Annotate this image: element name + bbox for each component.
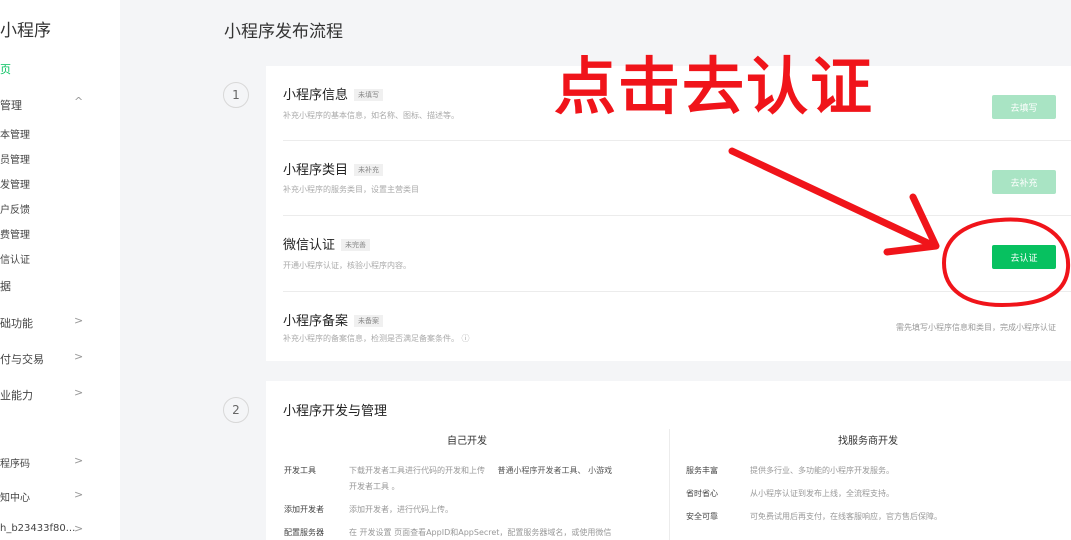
item-value: 在 开发设置 页面查看AppID和AppSecret，配置服务器域名，或使用微信 [349,528,612,537]
item-key: 服务丰富 [686,466,718,475]
sidebar-item-notify[interactable]: 知中心 [0,489,30,504]
row-title: 小程序信息 [283,88,349,103]
chevron-right-icon[interactable]: > [74,488,83,501]
add-category-button[interactable]: 去补充 [992,170,1056,194]
sidebar: 小程序 页 管理 ^ 本管理 员管理 发管理 户反馈 费管理 信认证 据 础功能… [0,0,120,540]
row-title: 小程序备案 [283,314,349,329]
item-value: 添加开发者，进行代码上传。 [349,505,453,514]
item-key: 开发工具 [284,466,316,475]
item-key: 安全可靠 [686,512,718,521]
go-verify-button[interactable]: 去认证 [992,245,1056,269]
sidebar-item-qrcode[interactable]: 程序码 [0,455,30,470]
chevron-right-icon[interactable]: > [74,350,83,363]
sidebar-item-industry[interactable]: 业能力 [0,387,33,403]
divider [283,291,1071,292]
item-value: 可免费试用后再支付，在线客服响应，官方售后保障。 [750,512,942,521]
sidebar-item-payment[interactable]: 付与交易 [0,351,44,367]
fill-info-button[interactable]: 去填写 [992,95,1056,119]
item-value: 从小程序认证到发布上线，全流程支持。 [750,489,894,498]
vendor-dev-heading: 找服务商开发 [838,436,898,447]
dev-tools-link[interactable]: 普通小程序开发者工具、 小游戏 [498,466,613,475]
chevron-right-icon[interactable]: > [74,454,83,467]
sidebar-item-basic[interactable]: 础功能 [0,315,33,331]
status-badge: 未完善 [341,239,371,251]
sidebar-item-version[interactable]: 本管理 [0,126,30,141]
sidebar-item-management[interactable]: 管理 [0,97,22,113]
page-title: 小程序发布流程 [224,22,343,42]
annotation-text: 点击去认证 [554,50,875,123]
sidebar-item-home[interactable]: 页 [0,61,11,77]
dev-management-card: 小程序开发与管理 自己开发 找服务商开发 开发工具 下载开发者工具进行代码的开发… [266,381,1071,540]
item-value: 下载开发者工具进行代码的开发和上传 [349,466,485,475]
row-description: 补充小程序的备案信息，检测是否满足备案条件。 [283,334,459,343]
item-key: 省时省心 [686,489,718,498]
row-description: 补充小程序的基本信息，如名称、图标、描述等。 [283,111,459,120]
chevron-up-icon[interactable]: ^ [74,95,83,108]
chevron-right-icon[interactable]: > [74,314,83,327]
chevron-right-icon[interactable]: > [74,386,83,399]
status-badge: 未填写 [354,89,384,101]
sidebar-title: 小程序 [0,21,51,41]
step-number: 1 [223,82,249,108]
divider [283,140,1071,141]
sidebar-item-account[interactable]: h_b23433f80... [0,523,75,534]
info-icon[interactable]: ⓘ [462,334,470,343]
sidebar-item-dev[interactable]: 发管理 [0,176,30,191]
row-description: 补充小程序的服务类目，设置主营类目 [283,185,419,194]
dev-tools-link-cont[interactable]: 开发者工具 。 [349,481,400,492]
item-key: 配置服务器 [284,528,324,537]
row-description: 开通小程序认证，核验小程序内容。 [283,261,411,270]
section-title: 小程序开发与管理 [283,404,388,419]
item-value: 提供多行业、多功能的小程序开发服务。 [750,466,894,475]
divider [283,215,1071,216]
step-number: 2 [223,397,249,423]
sidebar-item-feedback[interactable]: 户反馈 [0,201,30,216]
row-title: 微信认证 [283,238,336,253]
status-badge: 未补充 [354,164,384,176]
sidebar-item-wechat-auth[interactable]: 信认证 [0,251,30,266]
item-key: 添加开发者 [284,505,324,514]
status-badge: 未备案 [354,315,384,327]
sidebar-item-billing[interactable]: 费管理 [0,226,30,241]
chevron-right-icon[interactable]: > [74,522,83,535]
column-divider [669,429,670,540]
sidebar-item-data[interactable]: 据 [0,278,11,294]
sidebar-item-members[interactable]: 员管理 [0,151,30,166]
filing-hint: 需先填写小程序信息和类目，完成小程序认证 [896,323,1056,332]
row-title: 小程序类目 [283,163,349,178]
self-dev-heading: 自己开发 [447,436,487,447]
